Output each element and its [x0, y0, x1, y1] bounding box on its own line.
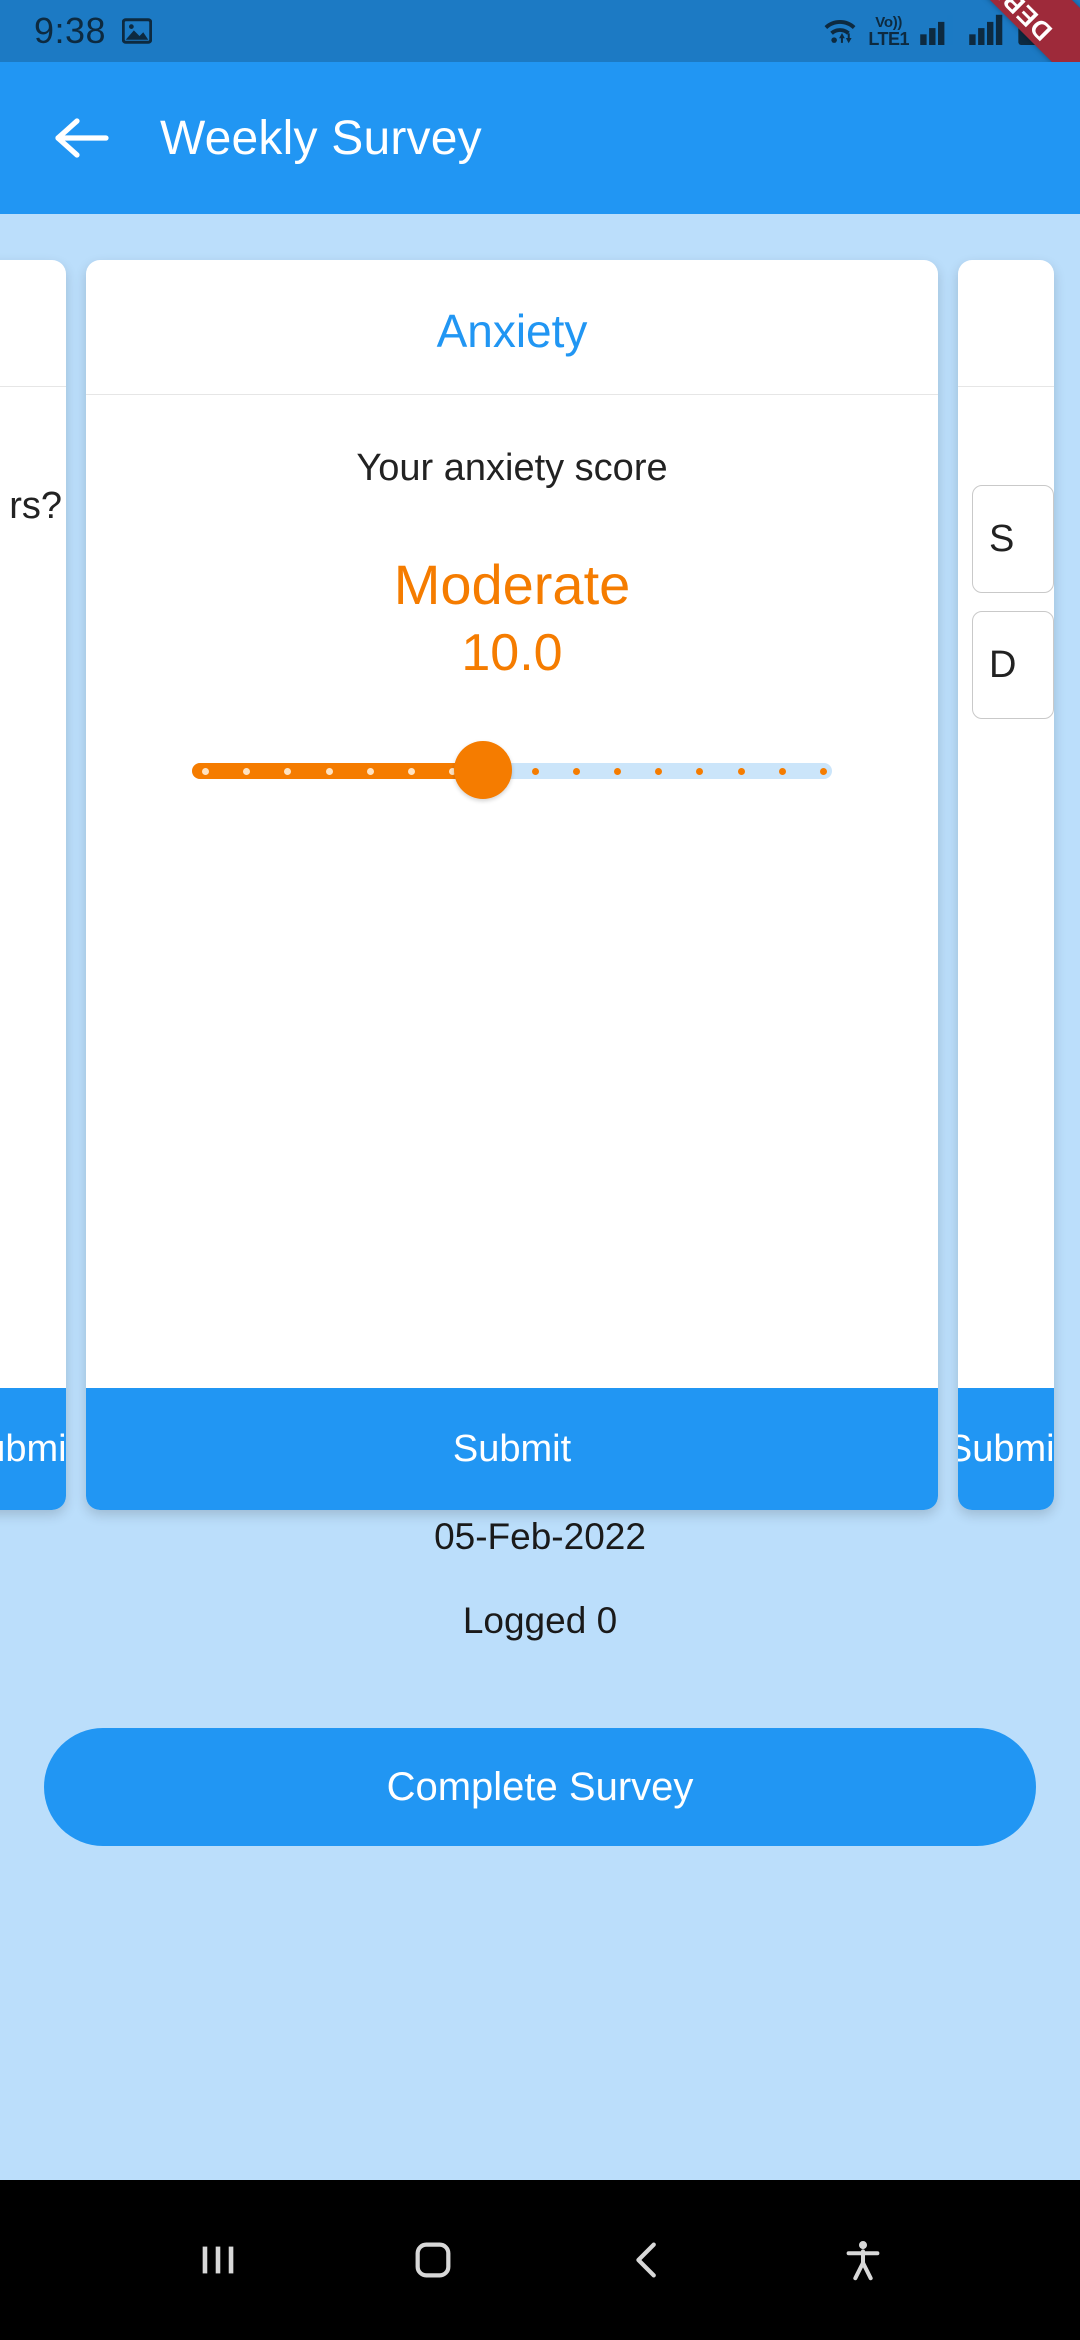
slider-tick [202, 768, 209, 775]
score-value: 10.0 [461, 624, 563, 682]
volte-bottom-label: LTE1 [868, 28, 909, 49]
card-content-next: S D [958, 387, 1054, 1388]
slider-tick [820, 768, 827, 775]
volte-top-label: Vo)) [875, 13, 903, 31]
card-content-previous: rs? [0, 387, 66, 1388]
wifi-icon [819, 12, 861, 51]
card-title-next [958, 260, 1054, 386]
card-title-previous [0, 260, 66, 386]
survey-card-next[interactable]: S D Submit [958, 260, 1054, 1510]
slider-track-fill [192, 763, 482, 779]
card-content-anxiety: Your anxiety score Moderate 10.0 [86, 395, 938, 1388]
severity-label: Moderate [393, 553, 631, 616]
volte-indicator: Vo)) LTE1 [868, 15, 909, 48]
home-icon [415, 2242, 450, 2278]
slider-tick [408, 768, 415, 775]
signal-bars-icon [918, 13, 958, 50]
score-slider[interactable] [192, 741, 832, 801]
recents-icon [202, 2246, 233, 2274]
slider-tick [531, 768, 539, 775]
slider-tick [614, 768, 621, 775]
option-item-1[interactable]: S [972, 485, 1054, 593]
status-bar: 9:38 Vo)) LTE1 DEBUG [0, 0, 1080, 62]
image-icon [122, 18, 153, 44]
arrow-left-icon [55, 118, 109, 158]
recents-button[interactable] [173, 2215, 263, 2305]
complete-survey-button[interactable]: Complete Survey [44, 1728, 1036, 1846]
submit-button-previous[interactable]: Submit [0, 1388, 66, 1510]
survey-meta: 05-Feb-2022 Logged 0 [0, 1516, 1080, 1642]
slider-tick [366, 768, 374, 775]
chevron-left-icon [635, 2242, 656, 2278]
option-item-2[interactable]: D [972, 611, 1054, 719]
slider-tick [325, 768, 333, 775]
status-bar-left: 9:38 [34, 10, 153, 52]
card-body-anxiety: Anxiety Your anxiety score Moderate 10.0 [86, 260, 938, 1388]
back-button[interactable] [46, 102, 118, 174]
slider-thumb[interactable] [454, 741, 512, 799]
back-nav-button[interactable] [603, 2215, 693, 2305]
option-list-next: S D [958, 439, 1054, 719]
home-button[interactable] [388, 2215, 478, 2305]
survey-card-previous[interactable]: rs? Submit [0, 260, 66, 1510]
survey-date: 05-Feb-2022 [434, 1516, 646, 1557]
question-text-fragment: rs? [9, 485, 62, 527]
system-nav-bar [0, 2180, 1080, 2340]
score-label: Your anxiety score [356, 447, 668, 489]
app-bar: Weekly Survey [0, 62, 1080, 214]
status-bar-clock: 9:38 [34, 10, 107, 51]
logged-count: Logged 0 [462, 1600, 618, 1641]
page-title: Weekly Survey [160, 111, 482, 165]
slider-tick [737, 768, 745, 775]
slider-tick [572, 768, 580, 775]
accessibility-button[interactable] [818, 2215, 908, 2305]
accessibility-icon [846, 2241, 879, 2281]
survey-card-carousel[interactable]: rs? Submit Anxiety Your anxiety score Mo… [0, 214, 1080, 1510]
submit-button-anxiety[interactable]: Submit [86, 1388, 938, 1510]
card-body-next: S D [958, 260, 1054, 1388]
submit-button-next[interactable]: Submit [958, 1388, 1054, 1510]
card-title-anxiety: Anxiety [436, 305, 588, 357]
slider-tick [778, 768, 786, 775]
survey-card-anxiety[interactable]: Anxiety Your anxiety score Moderate 10.0… [86, 260, 938, 1510]
signal-bars-icon-secondary [967, 13, 1007, 50]
card-body-previous: rs? [0, 260, 66, 1388]
